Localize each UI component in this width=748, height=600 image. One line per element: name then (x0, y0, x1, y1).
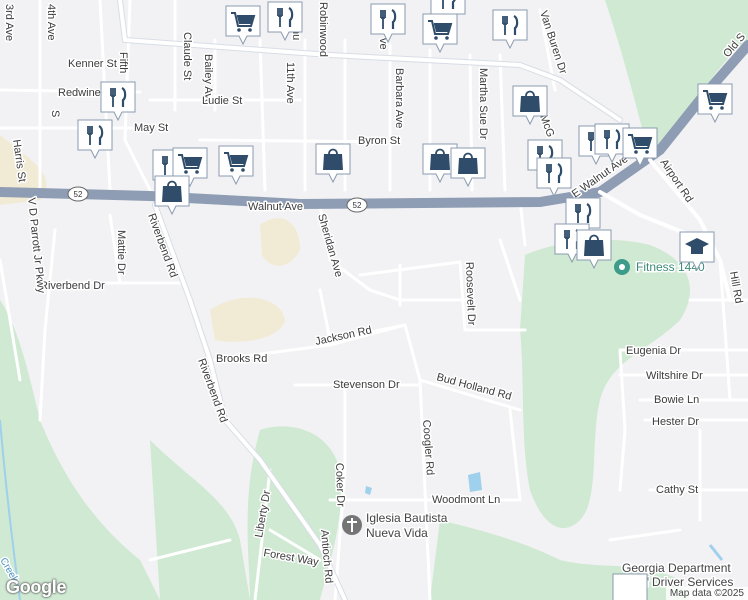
label-redwine: Redwine (58, 87, 101, 99)
hwy-shield-west: 52 (67, 186, 89, 202)
pin-shopping-cart[interactable] (225, 5, 261, 45)
map-layer: 52 52 Walnut Ave E Walnut Ave Riverbend … (0, 0, 748, 600)
label-bowie-ln: Bowie Ln (654, 394, 699, 406)
label-robinwood: Robinwood (317, 2, 329, 57)
georgia-dds-line1: Georgia Department (622, 561, 731, 575)
label-4th-ave: 4th Ave (45, 4, 57, 41)
map-canvas[interactable]: 52 52 Walnut Ave E Walnut Ave Riverbend … (0, 0, 748, 600)
sand-north (260, 218, 300, 266)
label-sheridan-ave: Sheridan Ave (315, 213, 345, 279)
church-label-line1: Iglesia Bautista (366, 511, 448, 525)
label-roosevelt-dr: Roosevelt Dr (463, 262, 477, 326)
label-coker-dr: Coker Dr (333, 463, 347, 508)
label-3rd-ave: 3rd Ave (3, 4, 15, 41)
label-may-st: May St (134, 122, 168, 134)
church-poi[interactable]: Iglesia Bautista Nueva Vida (342, 510, 449, 542)
label-coogler-rd: Coogler Rd (420, 419, 436, 475)
label-vd-parrott: V D Parrott Jr Pkwy (25, 197, 47, 294)
label-hester-dr: Hester Dr (652, 416, 699, 428)
pin-shopping-cart[interactable] (218, 145, 254, 185)
hwy-shield-east: 52 (346, 197, 368, 213)
label-ludie-st: Ludie St (202, 95, 242, 107)
label-martha-sue-dr: Martha Sue Dr (477, 68, 489, 140)
label-jackson-rd: Jackson Rd (314, 324, 373, 348)
pin-restaurant[interactable] (370, 3, 406, 43)
pin-shopping-cart[interactable] (697, 83, 733, 123)
label-claude-st: Claude St (181, 32, 193, 80)
church-label-line2: Nueva Vida (366, 526, 428, 540)
pin-shopping-bag[interactable] (154, 175, 190, 215)
sand-center (210, 297, 285, 342)
label-s-fragment: S (49, 110, 61, 117)
pond-small (365, 486, 372, 495)
label-mcg: McG (537, 113, 556, 139)
hwy-shield-west-label: 52 (74, 190, 83, 199)
label-fifth: Fifth (117, 52, 129, 73)
label-byron-st: Byron St (358, 135, 400, 147)
label-woodmont-ln: Woodmont Ln (432, 494, 500, 506)
park-left (0, 300, 160, 600)
label-van-buren-dr: Van Buren Dr (537, 9, 569, 76)
pin-partial-bottom[interactable] (612, 573, 648, 600)
hwy-shield-east-label: 52 (353, 201, 362, 210)
pin-shopping-cart[interactable] (422, 13, 458, 53)
label-riverbend-dr: Riverbend Dr (40, 280, 105, 292)
label-11th-ave: 11th Ave (284, 62, 296, 104)
label-airport-rd: Airport Rd (658, 157, 696, 205)
stream-east (708, 544, 724, 561)
label-barbara-ave: Barbara Ave (393, 68, 405, 128)
label-stevenson-dr: Stevenson Dr (333, 379, 400, 391)
pin-shopping-bag[interactable] (450, 147, 486, 187)
label-walnut-ave: Walnut Ave (248, 201, 303, 213)
label-mattie-dr: Mattie Dr (115, 230, 127, 275)
google-logo: Google (6, 577, 67, 597)
label-eugenia-dr: Eugenia Dr (626, 345, 681, 357)
label-brooks-rd: Brooks Rd (216, 353, 267, 365)
label-wiltshire-dr: Wiltshire Dr (646, 370, 703, 382)
pin-restaurant[interactable] (492, 9, 528, 49)
label-cathy-st: Cathy St (656, 484, 698, 496)
label-kenner-st: Kenner St (68, 58, 117, 70)
map-data-attribution[interactable]: Map data ©2025 (665, 587, 748, 600)
park-left-lower (150, 440, 250, 600)
pin-restaurant[interactable] (536, 157, 572, 197)
pond (468, 472, 482, 492)
